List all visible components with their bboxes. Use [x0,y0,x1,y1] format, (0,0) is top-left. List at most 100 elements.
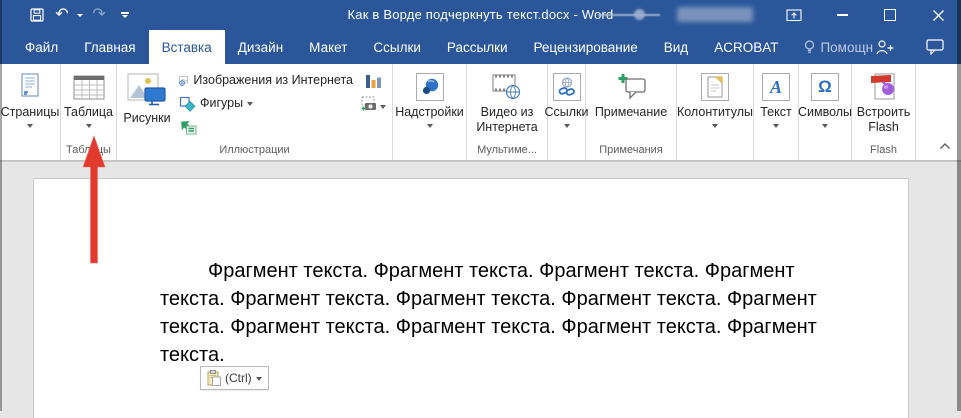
text-button[interactable]: A Текст [754,67,798,128]
tab-insert[interactable]: Вставка [149,30,225,64]
tab-file[interactable]: Файл [12,30,71,64]
chevron-down-icon [380,105,386,109]
customize-qat-button[interactable] [112,0,138,30]
table-button[interactable]: Таблица [61,67,116,128]
chart-icon [364,72,382,90]
title-bar: ↶ ↷ Как в Ворде подчеркнуть текст.docx -… [0,0,961,30]
minimize-button[interactable] [827,0,857,30]
chevron-down-icon [256,377,262,381]
group-symbols: Ω Символы [799,64,852,160]
chevron-down-icon [27,124,33,128]
document-paragraph: Фрагмент текста. Фрагмент текста. Фрагме… [160,257,817,369]
lightbulb-icon [804,40,815,55]
chevron-down-icon [86,124,92,128]
paste-options-label: (Ctrl) [225,371,252,385]
document-line: Фрагмент текста. Фрагмент текста. Фрагме… [160,257,817,285]
share-button[interactable] [859,39,909,55]
online-pictures-button[interactable]: Изображения из Интернета [177,69,353,92]
tab-home[interactable]: Главная [71,30,148,64]
online-video-icon [492,73,522,101]
addins-icon [416,73,444,101]
new-comment-icon [615,72,647,102]
redacted-dot [634,9,645,20]
screenshot-button[interactable] [353,92,391,115]
tab-view[interactable]: Вид [651,30,701,64]
maximize-icon [884,9,896,21]
header-footer-button[interactable]: Колонтитулы [677,67,753,128]
chart-button[interactable] [353,69,391,92]
save-icon [30,8,44,22]
screenshot-icon [361,96,378,111]
tab-references[interactable]: Ссылки [360,30,434,64]
pictures-icon [127,73,167,107]
tabrow-right-controls [859,30,961,64]
online-video-button[interactable]: Видео из Интернета [467,67,547,135]
close-button[interactable] [923,0,953,30]
chevron-down-icon [77,14,83,17]
group-tables: Таблица Таблицы [61,64,117,160]
group-flash: Встроить Flash Flash [852,64,916,160]
embed-flash-button[interactable]: Встроить Flash [852,67,915,135]
table-icon [73,74,105,101]
ribbon-display-options-button[interactable] [779,0,809,30]
document-line: текста. Фрагмент текста. Фрагмент текста… [160,313,817,341]
redacted-line [598,14,660,16]
collapse-ribbon-button[interactable] [939,137,951,155]
redo-button[interactable]: ↷ [86,0,112,30]
save-button[interactable] [24,0,50,30]
customize-qat-icon [121,12,129,18]
chevron-down-icon [427,124,433,128]
quick-access-toolbar: ↶ ↷ [24,0,138,30]
ribbon-tab-bar: Файл Главная Вставка Дизайн Макет Ссылки… [0,30,961,64]
header-footer-icon [701,73,729,101]
links-button[interactable]: Ссылки [548,67,585,128]
shapes-icon [179,96,196,112]
smartart-button[interactable] [177,115,353,138]
group-pages: Страницы [0,64,61,160]
minimize-icon [837,14,848,15]
tab-acrobat[interactable]: ACROBAT [701,30,791,64]
group-media: Видео из Интернета Мультиме... [467,64,548,160]
undo-icon: ↶ [55,7,68,23]
chevron-down-icon [822,124,828,128]
group-illustrations: Рисунки Изображения из Интернета Фигуры [117,64,393,160]
undo-dropdown[interactable] [74,0,86,30]
paste-options-button[interactable]: (Ctrl) [200,366,269,390]
ribbon: Страницы Таблица Таблицы [0,64,961,161]
chevron-down-icon [247,102,253,106]
pages-icon [19,73,41,101]
chevron-up-icon [939,142,951,150]
maximize-button[interactable] [875,0,905,30]
tab-layout[interactable]: Макет [296,30,360,64]
ribbon-display-options-icon [786,8,802,22]
comments-panel-button[interactable] [909,39,961,55]
comment-bubble-icon [926,39,945,55]
links-icon [553,73,581,101]
chevron-down-icon [712,124,718,128]
addins-button[interactable]: Надстройки [393,67,466,128]
online-pictures-icon [179,73,189,89]
embed-flash-icon [869,72,899,102]
undo-button[interactable]: ↶ [50,0,74,30]
document-line: текста. Фрагмент текста. Фрагмент текста… [160,285,817,313]
omega-symbol-icon: Ω [811,73,839,101]
comment-button[interactable]: Примечание [586,67,676,120]
share-person-icon [875,39,894,55]
clipboard-paste-icon [207,370,221,386]
group-text: A Текст [754,64,799,160]
shapes-button[interactable]: Фигуры [177,92,353,115]
group-comments: Примечание Примечания [586,64,677,160]
close-icon [932,9,945,22]
pages-button[interactable]: Страницы [0,67,60,128]
symbols-button[interactable]: Ω Символы [799,67,851,128]
tab-review[interactable]: Рецензирование [521,30,651,64]
window-left-edge [0,0,2,411]
chevron-down-icon [564,124,570,128]
smartart-icon [179,118,197,135]
window-right-edge [957,0,961,411]
group-addins: Надстройки [393,64,467,160]
tab-mailings[interactable]: Рассылки [434,30,521,64]
redacted-account-name [677,7,753,22]
tab-design[interactable]: Дизайн [225,30,296,64]
ribbon-filler [916,64,961,160]
